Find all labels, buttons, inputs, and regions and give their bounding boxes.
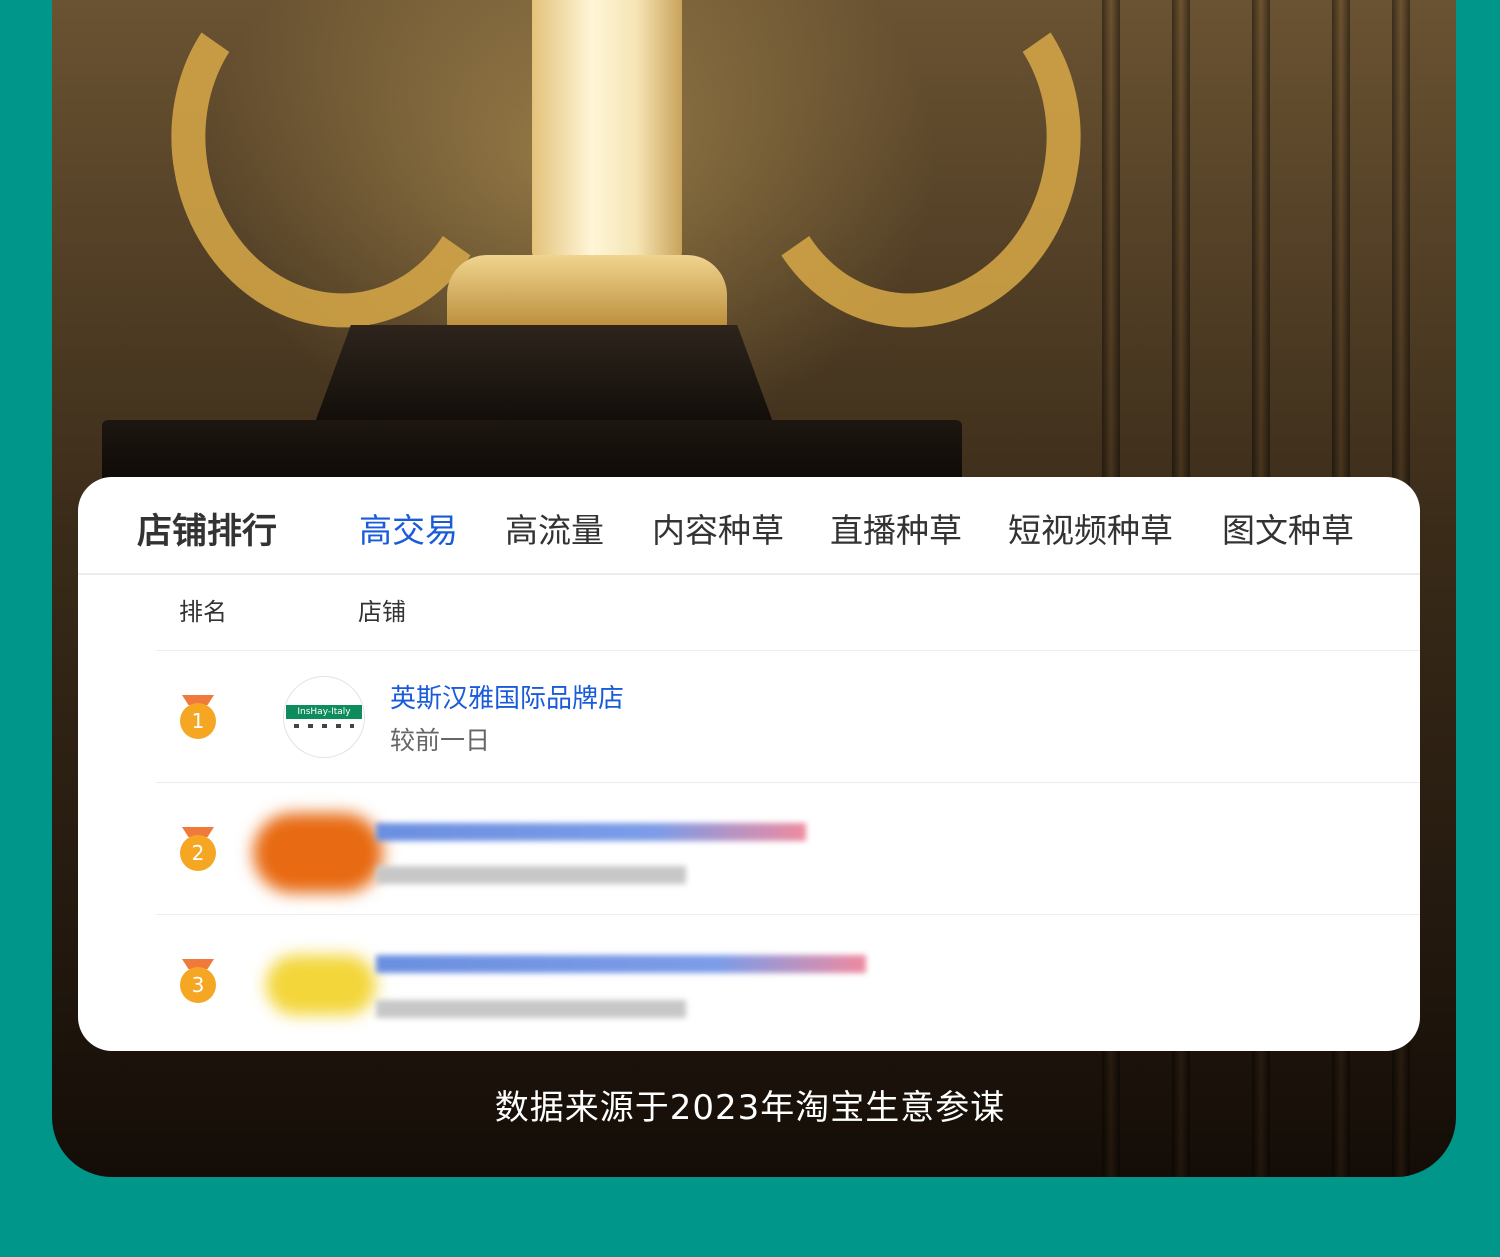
tab-live-seeding[interactable]: 直播种草 [830, 504, 962, 552]
medal-icon: 3 [180, 959, 216, 1003]
shop-ranking-card: 店铺排行 高交易 高流量 内容种草 直播种草 短视频种草 图文种草 排名 店铺 … [78, 477, 1420, 1051]
rank-number: 1 [180, 703, 216, 739]
blurred-shop-name [376, 955, 866, 973]
card-title: 店铺排行 [137, 512, 278, 552]
tab-bar: 店铺排行 高交易 高流量 内容种草 直播种草 短视频种草 图文种草 [78, 477, 1420, 575]
tab-content-seeding[interactable]: 内容种草 [652, 504, 784, 552]
blurred-shop-subtext [376, 866, 686, 884]
shop-change-label: 较前一日 [390, 726, 491, 755]
tab-high-transaction[interactable]: 高交易 [359, 504, 458, 552]
shop-name-link[interactable]: 英斯汉雅国际品牌店 [390, 678, 624, 715]
table-row[interactable]: 2 [156, 782, 1420, 914]
rank-number: 2 [180, 835, 216, 871]
tab-high-traffic[interactable]: 高流量 [505, 504, 604, 552]
blurred-shop-subtext [376, 1000, 686, 1018]
blurred-shop-avatar [266, 955, 376, 1015]
column-header-shop: 店铺 [358, 598, 406, 626]
logo-subtext-mark [294, 724, 354, 728]
tab-image-text-seeding[interactable]: 图文种草 [1222, 504, 1354, 552]
column-header-rank: 排名 [179, 598, 227, 626]
trophy-column [532, 0, 682, 260]
tab-short-video-seeding[interactable]: 短视频种草 [1008, 504, 1173, 552]
trophy-cup [447, 255, 727, 330]
trophy-base [314, 325, 774, 425]
medal-icon: 2 [180, 827, 216, 871]
data-source-caption: 数据来源于2023年淘宝生意参谋 [494, 1088, 1006, 1128]
laurel-right [722, 0, 1110, 354]
gold-medal-icon: 1 [180, 695, 216, 739]
blurred-shop-name [376, 823, 806, 841]
table-row[interactable]: 1 InsHay-Italy 英斯汉雅国际品牌店 较前一日 [156, 650, 1420, 782]
table-row[interactable]: 3 [156, 914, 1420, 1046]
shop-avatar[interactable]: InsHay-Italy [283, 676, 365, 758]
blurred-shop-avatar [253, 813, 383, 893]
rank-number: 3 [180, 967, 216, 1003]
shop-logo-text: InsHay-Italy [286, 705, 362, 719]
